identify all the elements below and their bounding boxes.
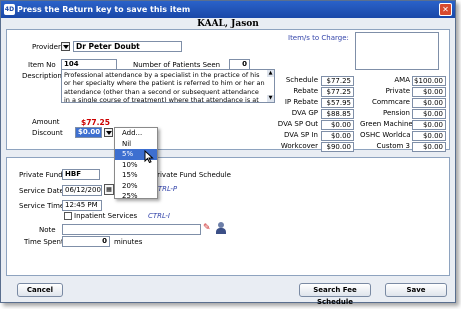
menu-item-add[interactable]: Add... bbox=[115, 128, 157, 139]
schedule-row: DVA SP In $0.00 bbox=[262, 131, 357, 141]
description-field[interactable]: Professional attendance by a specialist … bbox=[61, 69, 275, 103]
schedule-value: $0.00 bbox=[412, 131, 446, 141]
patients-seen-label: Number of Patients Seen bbox=[133, 61, 221, 69]
discount-field[interactable]: $0.00 bbox=[75, 127, 102, 138]
schedule-label: Custom 3 bbox=[376, 142, 411, 150]
note-field[interactable] bbox=[62, 224, 201, 235]
amount-value[interactable]: $77.25 bbox=[81, 118, 110, 127]
schedule-row: Custom 3 $0.00 bbox=[360, 142, 448, 152]
schedule-label: Green Machine bbox=[360, 120, 413, 128]
schedule-value: $0.00 bbox=[412, 120, 446, 130]
schedule-row: Private $0.00 bbox=[360, 87, 448, 97]
description-label: Description bbox=[22, 72, 62, 80]
schedule-label: Private bbox=[385, 87, 410, 95]
menu-item-15-percent[interactable]: 15% bbox=[115, 170, 157, 181]
menu-item-20-percent[interactable]: 20% bbox=[115, 181, 157, 192]
mouse-cursor-icon bbox=[144, 150, 154, 163]
schedule-row: Commcare $0.00 bbox=[360, 98, 448, 108]
dialog-window: 4D Press the Return key to save this ite… bbox=[0, 0, 456, 306]
service-date-label: Service Date bbox=[19, 187, 64, 195]
time-spent-field[interactable]: 0 bbox=[62, 236, 110, 247]
schedule-value: $0.00 bbox=[412, 109, 446, 119]
schedule-label: Workcover bbox=[280, 142, 318, 150]
time-spent-label: Time Spent bbox=[24, 238, 64, 246]
save-button[interactable]: Save bbox=[385, 283, 447, 297]
schedule-row: DVA SP Out $0.00 bbox=[262, 120, 357, 130]
service-date-field[interactable]: 06/12/2007 bbox=[62, 185, 102, 196]
schedule-row: OSHC Worldca $0.00 bbox=[360, 131, 448, 141]
item-no-label: Item No bbox=[28, 61, 56, 69]
service-time-label: Service Time bbox=[19, 202, 65, 210]
schedule-value: $0.00 bbox=[321, 131, 354, 141]
patient-name: KAAL, Jason bbox=[197, 19, 259, 29]
schedule-value: $0.00 bbox=[321, 120, 354, 130]
inpatient-shortcut: CTRL-I bbox=[148, 212, 170, 220]
inpatient-label: Inpatient Services bbox=[74, 212, 138, 220]
pencil-icon[interactable]: ✎ bbox=[203, 223, 211, 233]
schedule-row: Workcover $90.00 bbox=[262, 142, 357, 152]
schedule-value: $0.00 bbox=[412, 98, 446, 108]
calendar-icon[interactable]: ▦ bbox=[104, 184, 114, 195]
schedule-label: IP Rebate bbox=[284, 98, 318, 106]
schedule-value: $77.25 bbox=[321, 76, 354, 86]
item-charge-link[interactable]: Item/s to Charge: bbox=[288, 34, 349, 42]
close-button[interactable]: ✕ bbox=[439, 3, 452, 16]
schedule-label: OSHC Worldca bbox=[360, 131, 411, 139]
cancel-button[interactable]: Cancel bbox=[17, 283, 63, 297]
schedule-label: Schedule bbox=[285, 76, 318, 84]
schedule-value: $77.25 bbox=[321, 87, 354, 97]
schedule-row: DVA GP $88.85 bbox=[262, 109, 357, 119]
window-title: Press the Return key to save this item bbox=[17, 5, 191, 14]
item-panel: Provider Dr Peter Doubt Item No 104 Numb… bbox=[6, 29, 450, 152]
inpatient-checkbox[interactable] bbox=[64, 212, 72, 220]
schedule-value: $88.85 bbox=[321, 109, 354, 119]
schedule-label: Commcare bbox=[372, 98, 410, 106]
schedule-row: Green Machine $0.00 bbox=[360, 120, 448, 130]
time-spent-unit: minutes bbox=[114, 238, 143, 246]
private-fund-label: Private Fund bbox=[19, 171, 63, 179]
provider-label: Provider bbox=[32, 43, 61, 51]
private-fund-field[interactable]: HBF bbox=[62, 169, 100, 180]
provider-field[interactable]: Dr Peter Doubt bbox=[73, 41, 182, 52]
schedule-value: $0.00 bbox=[412, 142, 446, 152]
service-panel: Private Fund HBF Private Fund Schedule S… bbox=[6, 157, 450, 276]
items-to-charge-list[interactable] bbox=[355, 32, 439, 70]
schedule-label: Pension bbox=[382, 109, 410, 117]
description-text: Professional attendance by a specialist … bbox=[64, 71, 265, 103]
schedule-row: Rebate $77.25 bbox=[262, 87, 357, 97]
note-label: Note bbox=[39, 226, 56, 234]
schedule-value: $100.00 bbox=[412, 76, 446, 86]
app-icon: 4D bbox=[4, 4, 15, 15]
provider-dropdown-button[interactable] bbox=[61, 42, 70, 51]
schedule-row: IP Rebate $57.95 bbox=[262, 98, 357, 108]
menu-item-nil[interactable]: Nil bbox=[115, 139, 157, 150]
schedule-row: Schedule $77.25 bbox=[262, 76, 357, 86]
schedule-row: Pension $0.00 bbox=[360, 109, 448, 119]
schedule-label: DVA GP bbox=[291, 109, 318, 117]
discount-dropdown-button[interactable] bbox=[104, 128, 113, 137]
discount-menu[interactable]: Add... Nil 5% 10% 15% 20% 25% bbox=[114, 127, 158, 202]
schedule-row: AMA $100.00 bbox=[360, 76, 448, 86]
schedule-label: DVA SP Out bbox=[277, 120, 318, 128]
schedule-value: $90.00 bbox=[321, 142, 354, 152]
schedule-label: Rebate bbox=[293, 87, 318, 95]
private-fund-schedule-label: Private Fund Schedule bbox=[153, 171, 231, 179]
schedule-label: AMA bbox=[394, 76, 410, 84]
menu-item-25-percent[interactable]: 25% bbox=[115, 191, 157, 202]
search-fee-schedule-button[interactable]: Search Fee Schedule bbox=[299, 283, 371, 306]
service-time-field[interactable]: 12:45 PM bbox=[62, 200, 102, 211]
amount-label: Amount bbox=[32, 118, 60, 126]
schedule-value: $0.00 bbox=[412, 87, 446, 97]
title-bar: 4D Press the Return key to save this ite… bbox=[1, 1, 455, 18]
discount-label: Discount bbox=[32, 129, 63, 137]
person-icon[interactable] bbox=[216, 222, 226, 234]
schedule-value: $57.95 bbox=[321, 98, 354, 108]
schedule-label: DVA SP In bbox=[283, 131, 318, 139]
